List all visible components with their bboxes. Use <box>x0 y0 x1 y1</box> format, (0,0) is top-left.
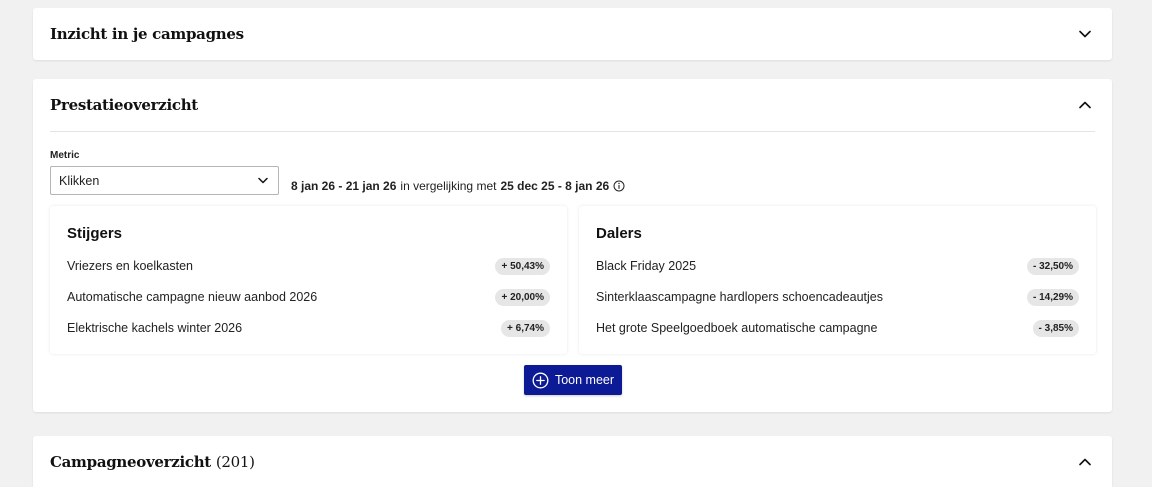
list-item: Automatische campagne nieuw aanbod 2026 … <box>67 287 550 307</box>
performance-card: Prestatieoverzicht Metric Klikken 8 jan … <box>33 79 1112 412</box>
risers-title: Stijgers <box>67 225 123 242</box>
campaigns-card: Campagneoverzicht (201) <box>33 436 1112 487</box>
list-item: Elektrische kachels winter 2026 + 6,74% <box>67 318 550 338</box>
chevron-down-icon[interactable] <box>1075 24 1095 44</box>
campaign-name: Elektrische kachels winter 2026 <box>67 321 243 335</box>
change-badge: + 20,00% <box>495 288 550 306</box>
change-badge: - 3,85% <box>1032 319 1079 337</box>
fallers-title: Dalers <box>596 225 642 242</box>
insights-title: Inzicht in je campagnes <box>50 25 244 43</box>
performance-title: Prestatieoverzicht <box>50 96 198 114</box>
campaign-name: Sinterklaascampagne hardlopers schoencad… <box>596 290 883 304</box>
fallers-panel: Dalers Black Friday 2025 - 32,50% Sinter… <box>579 206 1096 354</box>
divider <box>50 131 1095 132</box>
chevron-down-icon <box>258 177 268 184</box>
show-more-label: Toon meer <box>554 373 615 387</box>
date-range-connector: in vergelijking met <box>400 179 497 193</box>
info-icon[interactable] <box>613 180 625 192</box>
insights-header[interactable]: Inzicht in je campagnes <box>33 8 1112 60</box>
change-badge: - 32,50% <box>1026 257 1079 275</box>
campaign-name: Vriezers en koelkasten <box>67 259 193 273</box>
campaigns-count: (201) <box>215 453 255 471</box>
chevron-up-icon[interactable] <box>1075 95 1095 115</box>
metric-select-value: Klikken <box>59 173 100 188</box>
list-item: Het grote Speelgoedboek automatische cam… <box>596 318 1079 338</box>
date-range: 8 jan 26 - 21 jan 26 in vergelijking met… <box>291 179 625 193</box>
campaign-name: Black Friday 2025 <box>596 259 697 273</box>
list-item: Vriezers en koelkasten + 50,43% <box>67 256 550 276</box>
campaign-name: Het grote Speelgoedboek automatische cam… <box>596 321 878 335</box>
campaign-name: Automatische campagne nieuw aanbod 2026 <box>67 290 318 304</box>
campaigns-title-text: Campagneoverzicht <box>50 453 211 471</box>
insights-card: Inzicht in je campagnes <box>33 8 1112 60</box>
change-badge: + 6,74% <box>501 319 550 337</box>
list-item: Black Friday 2025 - 32,50% <box>596 256 1079 276</box>
date-range-current: 8 jan 26 - 21 jan 26 <box>291 179 397 193</box>
change-badge: + 50,43% <box>495 257 550 275</box>
chevron-up-icon[interactable] <box>1075 452 1095 472</box>
metric-select[interactable]: Klikken <box>50 166 279 195</box>
change-badge: - 14,29% <box>1026 288 1079 306</box>
date-range-previous: 25 dec 25 - 8 jan 26 <box>500 179 610 193</box>
metric-label: Metric <box>50 150 80 161</box>
campaigns-header[interactable]: Campagneoverzicht (201) <box>33 436 1112 487</box>
risers-panel: Stijgers Vriezers en koelkasten + 50,43%… <box>50 206 567 354</box>
plus-circle-icon <box>532 372 549 388</box>
show-more-button[interactable]: Toon meer <box>524 365 622 395</box>
campaigns-title: Campagneoverzicht (201) <box>50 453 255 471</box>
list-item: Sinterklaascampagne hardlopers schoencad… <box>596 287 1079 307</box>
performance-header[interactable]: Prestatieoverzicht <box>33 79 1112 131</box>
